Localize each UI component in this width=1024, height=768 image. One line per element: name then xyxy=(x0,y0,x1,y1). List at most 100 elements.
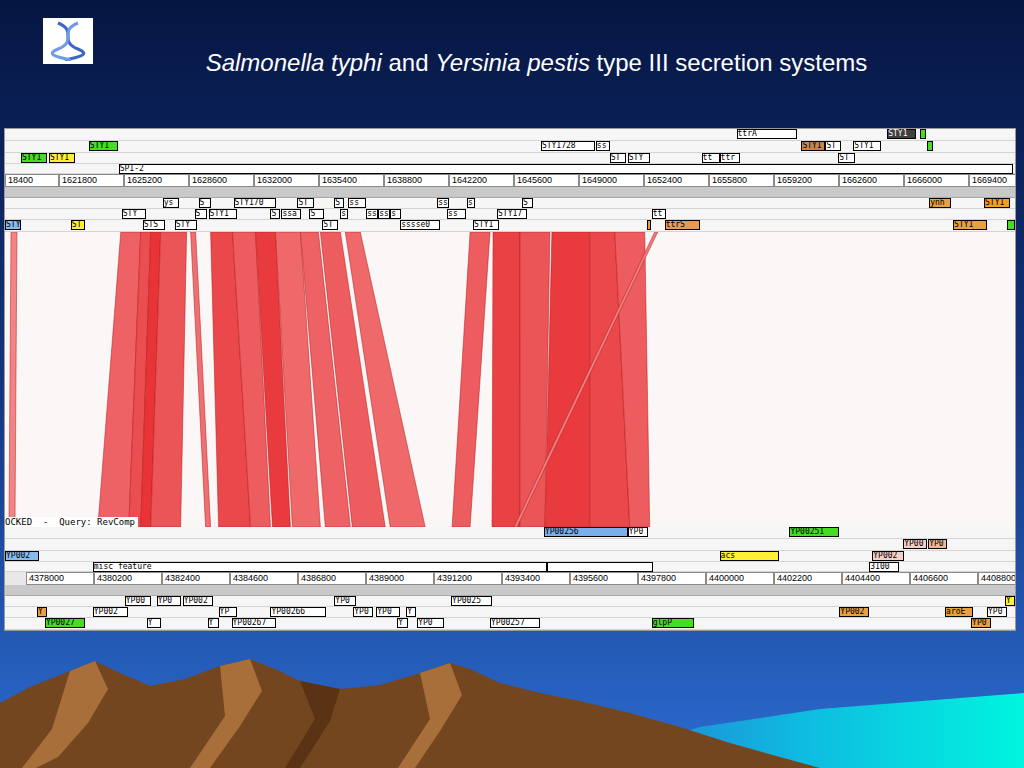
match-band[interactable] xyxy=(191,232,211,527)
feature[interactable]: YP002 xyxy=(5,551,39,561)
feature[interactable]: ST xyxy=(297,198,314,208)
feature[interactable]: acs xyxy=(720,551,780,561)
feature[interactable]: Y xyxy=(406,607,416,617)
feature[interactable]: S xyxy=(522,198,533,208)
feature[interactable]: YP0 xyxy=(334,596,356,606)
match-band[interactable] xyxy=(151,232,187,527)
feature[interactable]: STY xyxy=(122,209,146,219)
match-band[interactable] xyxy=(545,232,590,527)
feature[interactable]: YP0 xyxy=(971,618,991,628)
feature[interactable]: STS xyxy=(143,220,165,230)
feature[interactable]: YP0 xyxy=(376,607,400,617)
feature[interactable]: S xyxy=(195,209,207,219)
feature[interactable]: STY1 xyxy=(473,220,499,230)
feature[interactable]: ST xyxy=(322,220,338,230)
feature[interactable]: STY1 xyxy=(953,220,987,230)
feature[interactable]: S xyxy=(334,198,344,208)
feature[interactable]: YP xyxy=(219,607,237,617)
feature[interactable]: aroE xyxy=(945,607,973,617)
feature[interactable]: YP0 xyxy=(928,539,947,549)
feature[interactable]: S xyxy=(199,198,211,208)
feature[interactable]: ss xyxy=(447,209,466,219)
feature[interactable]: Y xyxy=(208,618,219,628)
feature[interactable]: ss xyxy=(348,198,366,208)
feature[interactable]: Y xyxy=(37,607,47,617)
feature[interactable]: S xyxy=(270,209,280,219)
feature[interactable]: ys xyxy=(163,198,179,208)
feature[interactable]: YP0 xyxy=(628,527,648,537)
feature[interactable]: STY1 xyxy=(21,153,47,163)
feature[interactable]: Y xyxy=(147,618,161,628)
ruler-tick: 4408800 xyxy=(978,572,1015,585)
feature[interactable]: YP00267 xyxy=(232,618,277,628)
feature[interactable] xyxy=(547,562,653,572)
feature[interactable]: YP0 xyxy=(987,607,1007,617)
feature[interactable]: glpP xyxy=(652,618,694,628)
feature[interactable]: misc feature xyxy=(93,562,547,572)
feature[interactable]: sssse0 xyxy=(400,220,440,230)
feature[interactable]: YP0 xyxy=(157,596,181,606)
feature[interactable]: YP0027 xyxy=(45,618,85,628)
match-band[interactable] xyxy=(492,232,520,527)
feature[interactable] xyxy=(1007,220,1015,230)
feature[interactable]: STY xyxy=(5,220,21,230)
feature[interactable]: STY1728 xyxy=(541,141,595,151)
feature[interactable]: YP002 xyxy=(872,551,904,561)
feature[interactable]: S xyxy=(309,209,324,219)
feature[interactable]: YP00266 xyxy=(270,607,326,617)
feature[interactable]: STY1 xyxy=(89,141,118,151)
feature[interactable]: STY xyxy=(628,153,650,163)
feature[interactable]: ttr xyxy=(720,153,740,163)
feature[interactable]: STY1 xyxy=(887,129,916,139)
feature[interactable]: ttrS xyxy=(665,220,700,230)
feature[interactable]: YP00257 xyxy=(490,618,540,628)
feature[interactable]: tt xyxy=(702,153,720,163)
feature[interactable]: SPI-2 xyxy=(119,164,1013,174)
feature[interactable]: ST xyxy=(610,153,626,163)
feature[interactable]: YP00256 xyxy=(544,527,628,537)
ruler-tick: 4404400 xyxy=(842,572,910,585)
feature[interactable]: Y xyxy=(1005,596,1015,606)
feature[interactable]: ST xyxy=(71,220,85,230)
feature[interactable]: ST xyxy=(838,153,855,163)
match-band[interactable] xyxy=(514,232,658,527)
feature[interactable]: ssa xyxy=(281,209,301,219)
feature[interactable]: ynh xyxy=(929,198,951,208)
feature[interactable]: tt xyxy=(652,209,666,219)
feature[interactable]: ss xyxy=(366,209,378,219)
feature[interactable]: s xyxy=(467,198,475,208)
feature[interactable]: ss xyxy=(596,141,610,151)
feature[interactable]: STY1 xyxy=(801,141,825,151)
feature[interactable]: 3100 xyxy=(869,562,899,572)
feature[interactable] xyxy=(920,129,926,139)
feature[interactable]: STY170 xyxy=(234,198,277,208)
feature[interactable]: Y xyxy=(397,618,408,628)
feature[interactable]: YP002 xyxy=(93,607,128,617)
feature[interactable]: ss xyxy=(437,198,449,208)
feature[interactable]: YP00 xyxy=(903,539,927,549)
feature[interactable]: STY xyxy=(175,220,197,230)
match-band[interactable] xyxy=(345,232,425,527)
feature[interactable]: ss xyxy=(378,209,390,219)
feature[interactable]: STY1 xyxy=(853,141,881,151)
feature[interactable] xyxy=(647,220,651,230)
feature[interactable] xyxy=(927,141,933,151)
feature[interactable]: YP0 xyxy=(417,618,444,628)
feature[interactable]: YP00251 xyxy=(789,527,839,537)
feature[interactable]: STY17 xyxy=(497,209,527,219)
feature[interactable]: YP002 xyxy=(183,596,213,606)
match-band[interactable] xyxy=(9,232,17,527)
feature[interactable]: STY1 xyxy=(209,209,237,219)
feature[interactable]: ttrA xyxy=(737,129,798,139)
feature[interactable]: YP00 xyxy=(125,596,151,606)
feature[interactable]: STY1 xyxy=(49,153,75,163)
feature[interactable]: YP0 xyxy=(353,607,373,617)
feature[interactable]: s xyxy=(340,209,348,219)
match-band[interactable] xyxy=(615,232,650,527)
feature[interactable]: YP002 xyxy=(839,607,869,617)
feature[interactable]: s xyxy=(390,209,401,219)
feature[interactable]: STY1 xyxy=(984,198,1010,208)
match-band[interactable] xyxy=(452,232,490,527)
feature[interactable]: YP0025 xyxy=(451,596,492,606)
feature[interactable]: ST xyxy=(825,141,841,151)
